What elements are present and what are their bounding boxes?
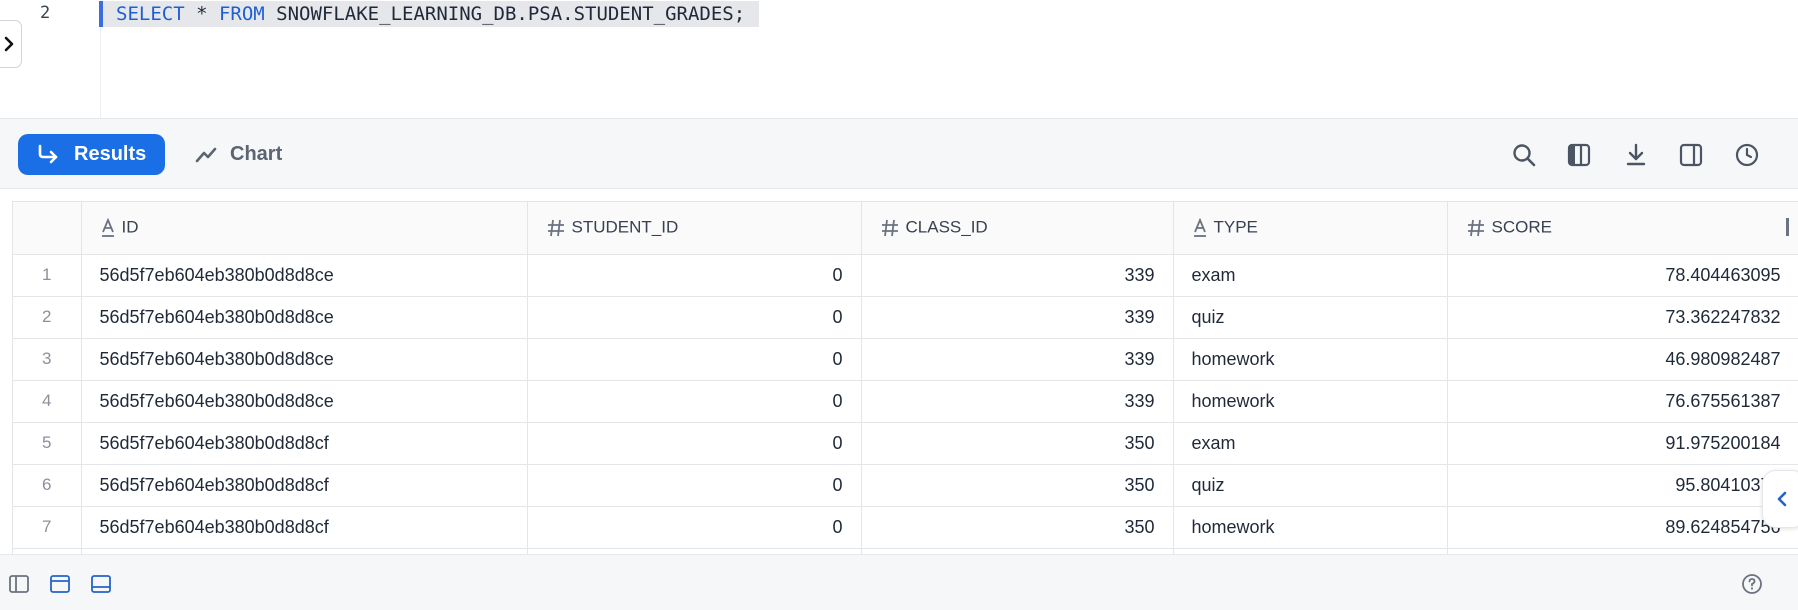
cell-id[interactable]: 56d5f7eb604eb380b0d8d8ce [81,380,528,423]
cell-class-id[interactable]: 339 [861,338,1174,381]
cell-score[interactable]: 78.404463095 [1447,254,1798,297]
line-number: 2 [40,3,51,23]
cell-class-id[interactable]: 339 [861,254,1174,297]
row-number: 1 [13,254,82,297]
cell-class-id[interactable]: 350 [861,464,1174,507]
number-type-icon [881,219,898,237]
column-header-type[interactable]: TYPE [1173,202,1448,255]
results-label: Results [74,143,147,165]
cell-score[interactable]: 95.80410376 [1447,464,1798,507]
sql-table-name: SNOWFLAKE_LEARNING_DB.PSA.STUDENT_GRADES… [264,3,746,25]
row-number: 7 [13,506,82,549]
table-row[interactable]: 1 56d5f7eb604eb380b0d8d8ce 0 339 exam 78… [13,254,1798,297]
cell-class-id[interactable]: 350 [861,422,1174,465]
cell-class-id[interactable]: 339 [861,380,1174,423]
chart-label: Chart [230,143,283,165]
return-arrow-icon [38,144,58,163]
cell-score[interactable]: 76.675561387 [1447,380,1798,423]
download-icon[interactable] [1620,139,1652,171]
cell-type[interactable]: exam [1173,422,1448,465]
table-row[interactable]: 4 56d5f7eb604eb380b0d8d8ce 0 339 homewor… [13,380,1798,423]
cell-type[interactable]: homework [1173,506,1448,549]
expand-sidebar-button[interactable] [0,20,22,68]
column-header-id[interactable]: ID [81,202,528,255]
sql-keyword-from: FROM [218,3,265,25]
chevron-left-icon [1777,491,1787,507]
table-row[interactable]: 5 56d5f7eb604eb380b0d8d8cf 0 350 exam 91… [13,422,1798,465]
sql-editor[interactable]: 2 SELECT * FROM SNOWFLAKE_LEARNING_DB.PS… [0,0,1798,118]
cell-id[interactable]: 56d5f7eb604eb380b0d8d8cf [81,464,528,507]
cell-student-id[interactable]: 0 [527,422,862,465]
column-label: TYPE [1213,218,1258,237]
cell-score[interactable]: 46.980982487 [1447,338,1798,381]
cell-type[interactable]: homework [1173,338,1448,381]
column-label: CLASS_ID [905,218,988,237]
row-number: 2 [13,296,82,339]
sql-code-line[interactable]: SELECT * FROM SNOWFLAKE_LEARNING_DB.PSA.… [103,1,760,27]
results-table: ID STUDENT_ID CLASS_ID TYPE SCORE 1 56d5… [13,202,1798,555]
results-tab-button[interactable]: Results [18,134,165,175]
cell-id[interactable]: 56d5f7eb604eb380b0d8d8cf [81,422,528,465]
row-number-header [13,202,82,255]
line-chart-icon [195,147,217,162]
cell-type[interactable]: quiz [1173,296,1448,339]
results-grid[interactable]: ID STUDENT_ID CLASS_ID TYPE SCORE 1 56d5… [12,201,1798,555]
split-panel-icon[interactable] [1675,139,1707,171]
cell-type[interactable]: exam [1173,254,1448,297]
columns-icon[interactable] [1563,139,1595,171]
cell-type[interactable]: homework [1173,380,1448,423]
search-icon[interactable] [1508,139,1540,171]
column-label: SCORE [1491,218,1552,237]
bottom-panel-icon[interactable] [90,573,112,595]
cell-student-id[interactable]: 0 [527,296,862,339]
cell-student-id[interactable]: 0 [527,506,862,549]
row-number: 4 [13,380,82,423]
text-type-icon [1193,218,1206,237]
cell-score[interactable]: 91.975200184 [1447,422,1798,465]
row-number: 3 [13,338,82,381]
sql-star: * [184,3,219,25]
row-number: 5 [13,422,82,465]
collapse-panel-button[interactable] [1762,470,1798,528]
help-icon[interactable] [1741,573,1763,595]
cell-class-id[interactable]: 350 [861,506,1174,549]
cell-id[interactable]: 56d5f7eb604eb380b0d8d8cf [81,506,528,549]
cell-id[interactable]: 56d5f7eb604eb380b0d8d8ce [81,296,528,339]
row-number: 6 [13,464,82,507]
table-row[interactable]: 3 56d5f7eb604eb380b0d8d8ce 0 339 homewor… [13,338,1798,381]
column-header-student-id[interactable]: STUDENT_ID [527,202,862,255]
sql-keyword-select: SELECT [116,3,185,25]
cell-student-id[interactable]: 0 [527,254,862,297]
table-row[interactable]: 7 56d5f7eb604eb380b0d8d8cf 0 350 homewor… [13,506,1798,549]
table-row[interactable]: 6 56d5f7eb604eb380b0d8d8cf 0 350 quiz 95… [13,464,1798,507]
column-label: ID [121,218,139,237]
sidebar-toggle-icon[interactable] [8,573,30,595]
cell-student-id[interactable]: 0 [527,338,862,381]
results-toolbar: Results Chart [0,118,1798,189]
cell-score[interactable]: 73.362247832 [1447,296,1798,339]
cell-class-id[interactable]: 339 [861,296,1174,339]
cell-student-id[interactable]: 0 [527,464,862,507]
history-icon[interactable] [1731,139,1763,171]
status-bar [0,554,1798,610]
cell-student-id[interactable]: 0 [527,380,862,423]
number-type-icon [547,219,564,237]
cell-id[interactable]: 56d5f7eb604eb380b0d8d8ce [81,254,528,297]
top-panel-icon[interactable] [49,573,71,595]
cell-id[interactable]: 56d5f7eb604eb380b0d8d8ce [81,338,528,381]
header-row: ID STUDENT_ID CLASS_ID TYPE SCORE [13,202,1798,255]
column-label: STUDENT_ID [571,218,679,237]
number-type-icon [1467,219,1484,237]
column-header-class-id[interactable]: CLASS_ID [861,202,1174,255]
cell-type[interactable]: quiz [1173,464,1448,507]
column-resize-handle[interactable] [1785,218,1789,236]
table-row[interactable]: 2 56d5f7eb604eb380b0d8d8ce 0 339 quiz 73… [13,296,1798,339]
chart-tab-button[interactable]: Chart [194,134,282,175]
text-type-icon [101,218,114,237]
column-header-score[interactable]: SCORE [1447,202,1798,255]
cell-score[interactable]: 89.624854756 [1447,506,1798,549]
chevron-right-icon [4,36,14,52]
